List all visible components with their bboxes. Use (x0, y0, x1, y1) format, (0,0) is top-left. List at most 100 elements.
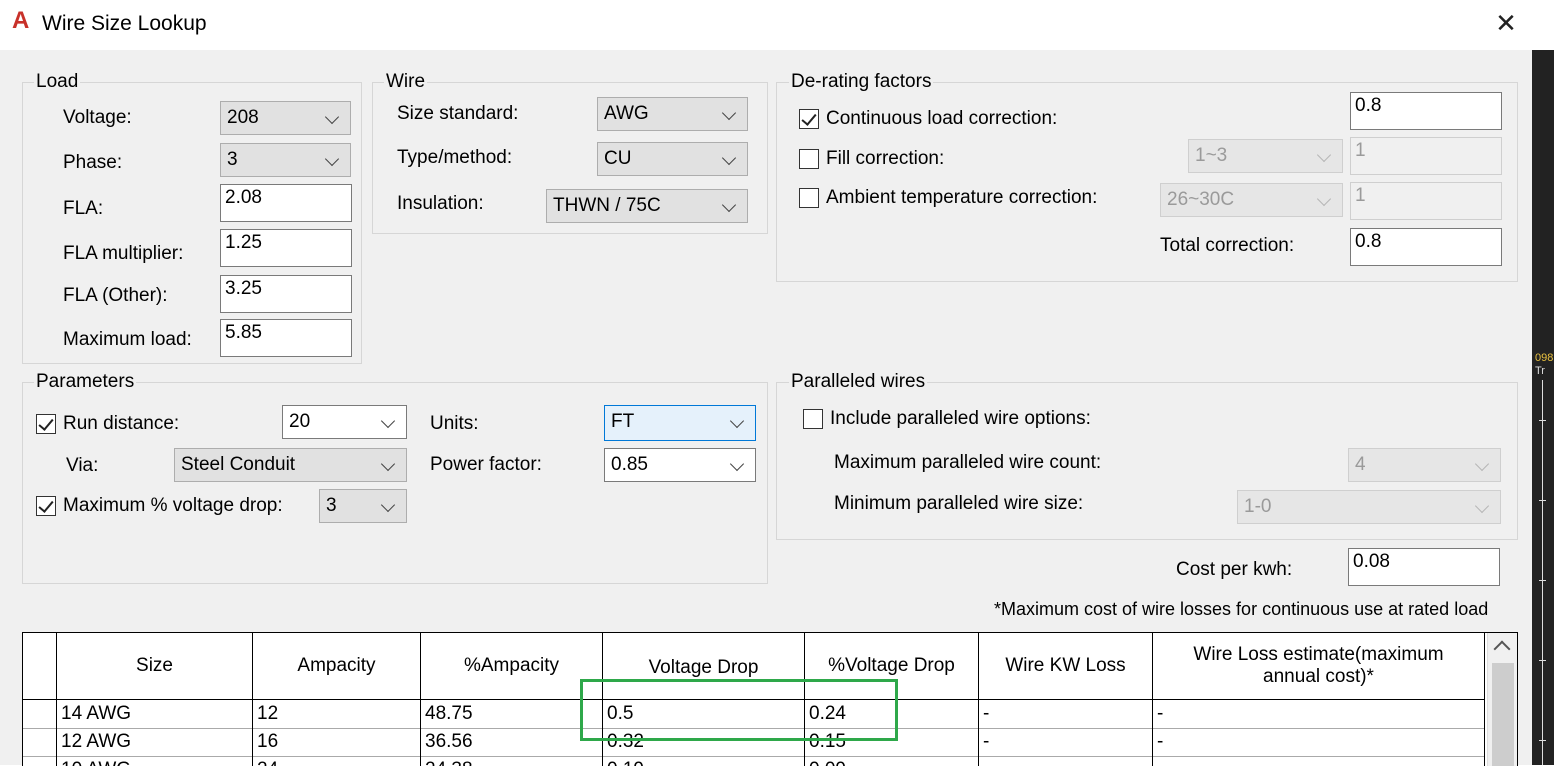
cell-wire-kw-loss: - (979, 728, 1153, 756)
include-paralleled-checkbox[interactable] (803, 409, 823, 429)
max-vdrop-checkbox[interactable] (36, 496, 56, 516)
insulation-select[interactable]: THWN / 75C (546, 189, 748, 223)
fla-multiplier-input[interactable]: 1.25 (220, 229, 352, 267)
cost-per-kwh-input[interactable]: 0.08 (1348, 548, 1500, 586)
column-header-pct-voltage-drop[interactable]: %Voltage Drop (805, 633, 979, 699)
autocad-icon: A (12, 7, 30, 34)
chevron-down-icon (1474, 449, 1492, 481)
cell-pct-voltage-drop: 0.15 (805, 728, 979, 756)
column-header-voltage-drop[interactable]: Voltage Drop (603, 633, 805, 699)
cost-note: *Maximum cost of wire losses for continu… (994, 599, 1489, 619)
cell-size: 12 AWG (57, 728, 253, 756)
run-distance-select[interactable]: 20 (282, 405, 407, 439)
title-bar: A Wire Size Lookup ✕ (0, 0, 1532, 50)
chevron-down-icon (729, 449, 747, 481)
window-title: Wire Size Lookup (42, 12, 207, 35)
fla-multiplier-label: FLA multiplier: (63, 243, 184, 264)
continuous-load-checkbox[interactable] (799, 109, 819, 129)
row-header-corner (23, 633, 57, 699)
row-header[interactable] (23, 700, 57, 728)
table-scrollbar[interactable] (1487, 633, 1517, 766)
table-row[interactable]: 14 AWG 12 48.75 0.5 0.24 - - (23, 700, 1485, 729)
chevron-down-icon (380, 490, 398, 522)
column-header-ampacity[interactable]: Ampacity (253, 633, 421, 699)
background-label: 098 (1535, 352, 1554, 364)
column-header-size[interactable]: Size (57, 633, 253, 699)
units-select[interactable]: FT (604, 405, 756, 441)
column-header-wire-loss-estimate[interactable]: Wire Loss estimate(maximum annual cost)* (1153, 633, 1485, 699)
fill-correction-label: Fill correction: (826, 148, 945, 169)
row-header[interactable] (23, 728, 57, 756)
type-method-select[interactable]: CU (597, 142, 748, 176)
size-standard-select[interactable]: AWG (597, 97, 748, 131)
cell-wire-kw-loss: - (979, 700, 1153, 728)
load-group-label: Load (34, 71, 81, 93)
total-correction-label: Total correction: (1160, 235, 1295, 256)
ambient-temp-input[interactable]: 1 (1350, 182, 1502, 220)
max-paralleled-count-select[interactable]: 4 (1348, 448, 1501, 482)
parameters-group-label: Parameters (34, 371, 137, 393)
cell-pct-ampacity: 36.56 (421, 728, 603, 756)
ambient-temp-checkbox[interactable] (799, 188, 819, 208)
scrollbar-thumb[interactable] (1492, 663, 1514, 766)
column-header-pct-ampacity[interactable]: %Ampacity (421, 633, 603, 699)
results-table: Size Ampacity %Ampacity Voltage Drop %Vo… (22, 632, 1518, 766)
chevron-down-icon (1316, 184, 1334, 216)
ambient-temp-select[interactable]: 26~30C (1160, 183, 1343, 217)
chevron-down-icon (1474, 491, 1492, 523)
chevron-down-icon (380, 449, 398, 481)
continuous-load-input[interactable]: 0.8 (1350, 92, 1502, 130)
fla-label: FLA: (63, 198, 104, 219)
size-standard-label: Size standard: (397, 103, 519, 124)
cell-pct-voltage-drop: 0.24 (805, 700, 979, 728)
fill-correction-select[interactable]: 1~3 (1188, 139, 1343, 173)
close-icon[interactable]: ✕ (1492, 8, 1520, 38)
fla-other-input[interactable]: 3.25 (220, 275, 352, 313)
chevron-down-icon (324, 102, 342, 134)
background-label: Tr (1535, 365, 1545, 377)
cell-wire-loss-estimate: - (1153, 700, 1485, 728)
max-vdrop-select[interactable]: 3 (319, 489, 407, 523)
chevron-down-icon (380, 406, 398, 438)
max-load-input[interactable]: 5.85 (220, 319, 352, 357)
fla-other-label: FLA (Other): (63, 285, 168, 306)
min-paralleled-size-label: Minimum paralleled wire size: (834, 493, 1084, 514)
fill-correction-input[interactable]: 1 (1350, 137, 1502, 175)
wire-group-label: Wire (384, 71, 428, 93)
min-paralleled-size-select[interactable]: 1-0 (1237, 490, 1501, 524)
max-vdrop-label: Maximum % voltage drop: (63, 495, 283, 516)
fla-input[interactable]: 2.08 (220, 184, 352, 222)
chevron-down-icon (729, 406, 747, 438)
total-correction-input[interactable]: 0.8 (1350, 228, 1502, 266)
include-paralleled-label: Include paralleled wire options: (830, 408, 1091, 429)
phase-select[interactable]: 3 (220, 143, 351, 177)
cell-pct-ampacity: 48.75 (421, 700, 603, 728)
units-label: Units: (430, 413, 479, 434)
cell-ampacity: 16 (253, 728, 421, 756)
chevron-down-icon (324, 144, 342, 176)
max-load-label: Maximum load: (63, 329, 192, 350)
column-header-wire-kw-loss[interactable]: Wire KW Loss (979, 633, 1153, 699)
phase-label: Phase: (63, 152, 123, 173)
cell-voltage-drop: 0.5 (603, 700, 805, 728)
chevron-down-icon (721, 98, 739, 130)
via-select[interactable]: Steel Conduit (174, 448, 407, 482)
scroll-up-icon[interactable] (1493, 640, 1511, 658)
voltage-label: Voltage: (63, 107, 132, 128)
cost-per-kwh-label: Cost per kwh: (1176, 559, 1293, 580)
type-method-label: Type/method: (397, 147, 513, 168)
derating-group-label: De-rating factors (789, 71, 934, 93)
run-distance-checkbox[interactable] (36, 414, 56, 434)
fill-correction-checkbox[interactable] (799, 149, 819, 169)
ambient-temp-label: Ambient temperature correction: (826, 187, 1098, 208)
via-label: Via: (66, 455, 99, 476)
table-row[interactable]: 12 AWG 16 36.56 0.32 0.15 - - (23, 728, 1485, 757)
chevron-down-icon (721, 190, 739, 222)
chevron-down-icon (721, 143, 739, 175)
cell-voltage-drop: 0.32 (603, 728, 805, 756)
max-paralleled-count-label: Maximum paralleled wire count: (834, 452, 1102, 473)
background-canvas: 098 Tr (1532, 0, 1554, 765)
power-factor-select[interactable]: 0.85 (604, 448, 756, 482)
voltage-select[interactable]: 208 (220, 101, 351, 135)
cell-ampacity: 12 (253, 700, 421, 728)
